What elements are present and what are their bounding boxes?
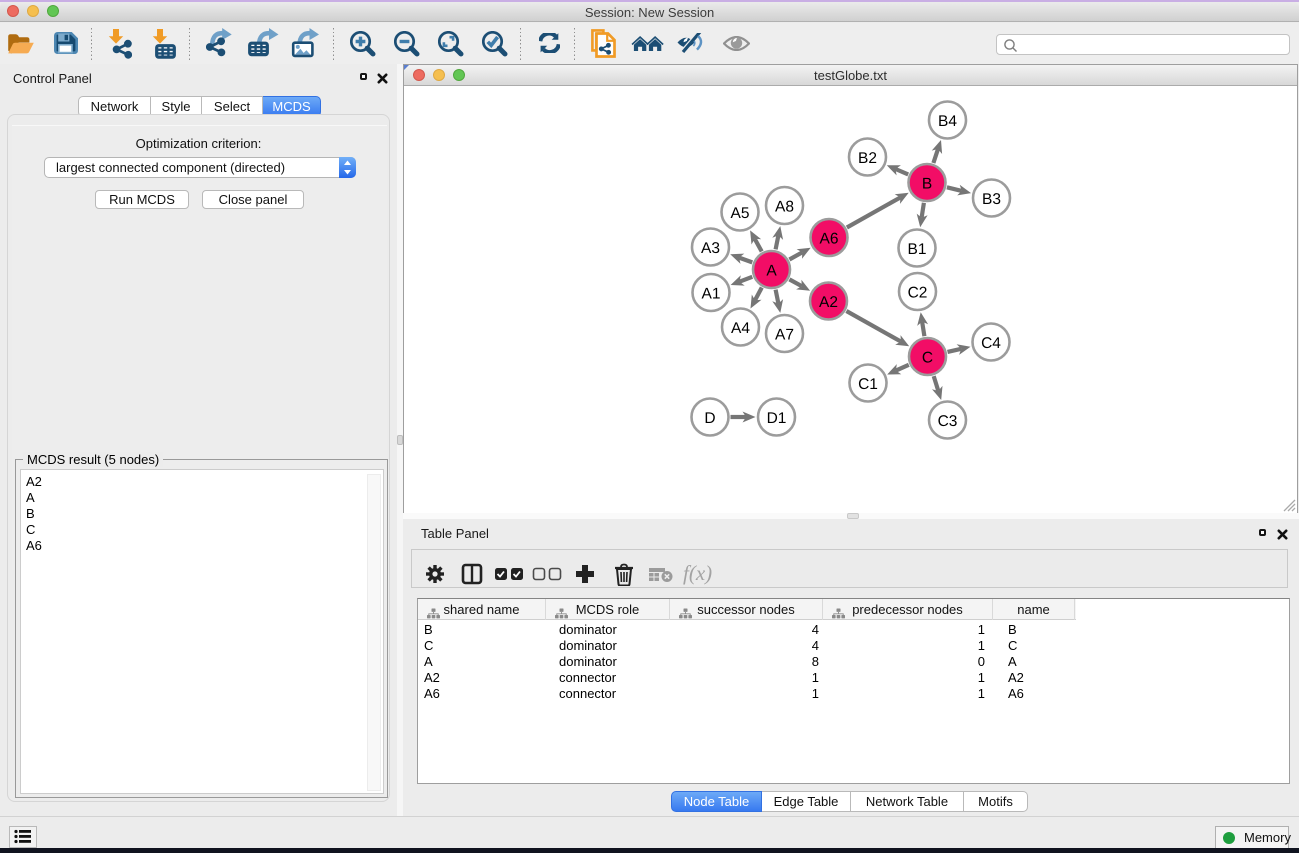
svg-text:A5: A5 — [731, 205, 750, 222]
svg-text:C: C — [922, 350, 933, 367]
svg-text:A: A — [766, 263, 777, 280]
svg-text:D1: D1 — [767, 410, 787, 427]
svg-text:C1: C1 — [858, 376, 878, 393]
svg-text:A3: A3 — [701, 240, 720, 257]
svg-text:B3: B3 — [982, 191, 1001, 208]
svg-text:A7: A7 — [775, 327, 794, 344]
svg-text:B1: B1 — [908, 241, 927, 258]
svg-text:C4: C4 — [981, 335, 1001, 352]
svg-text:B4: B4 — [938, 113, 957, 130]
svg-text:A4: A4 — [731, 320, 750, 337]
svg-text:B: B — [922, 176, 932, 193]
svg-text:C3: C3 — [938, 413, 958, 430]
svg-text:A1: A1 — [702, 286, 721, 303]
svg-text:C2: C2 — [908, 285, 928, 302]
svg-text:D: D — [704, 410, 715, 427]
svg-text:A2: A2 — [819, 294, 838, 311]
svg-text:A8: A8 — [775, 199, 794, 216]
svg-text:A6: A6 — [820, 231, 839, 248]
svg-text:B2: B2 — [858, 150, 877, 167]
